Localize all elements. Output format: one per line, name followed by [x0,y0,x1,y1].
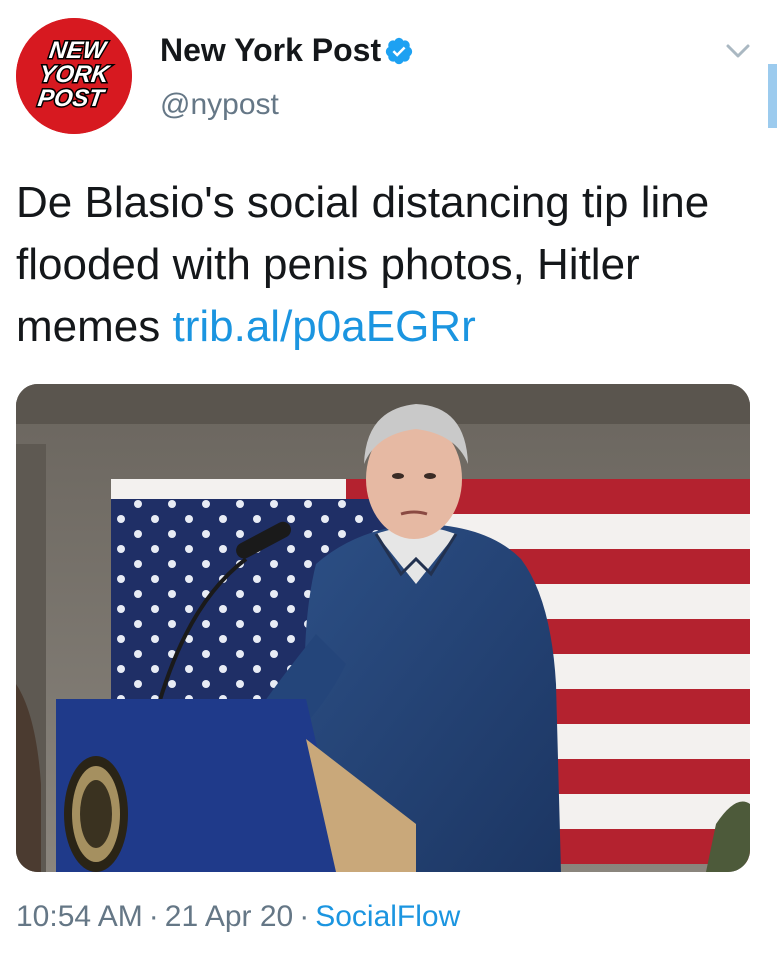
display-name[interactable]: New York Post [160,32,381,69]
logo-line-york: YORK [38,61,113,88]
press-conference-photo [16,384,750,872]
separator: · [299,900,310,933]
tweet: NEW YORK POST New York Post @nypost De B… [0,0,777,960]
handle[interactable]: @nypost [160,88,279,122]
tweet-source[interactable]: SocialFlow [315,900,460,933]
tweet-time[interactable]: 10:54 AM [16,900,143,933]
tweet-text: De Blasio's social distancing tip line f… [16,172,716,358]
tweet-date[interactable]: 21 Apr 20 [165,900,293,933]
separator: · [148,900,159,933]
avatar[interactable]: NEW YORK POST [16,18,132,134]
logo-line-new: NEW [48,37,110,64]
tweet-meta: 10:54 AM · 21 Apr 20 · SocialFlow [16,900,460,934]
chevron-down-icon[interactable] [725,40,751,62]
tweet-photo[interactable] [16,384,750,872]
new-york-post-logo: NEW YORK POST [16,18,132,134]
logo-line-post: POST [36,85,107,112]
scrollbar[interactable] [768,64,777,128]
tweet-link[interactable]: trib.al/p0aEGRr [172,302,475,351]
verified-badge-icon [385,37,413,65]
